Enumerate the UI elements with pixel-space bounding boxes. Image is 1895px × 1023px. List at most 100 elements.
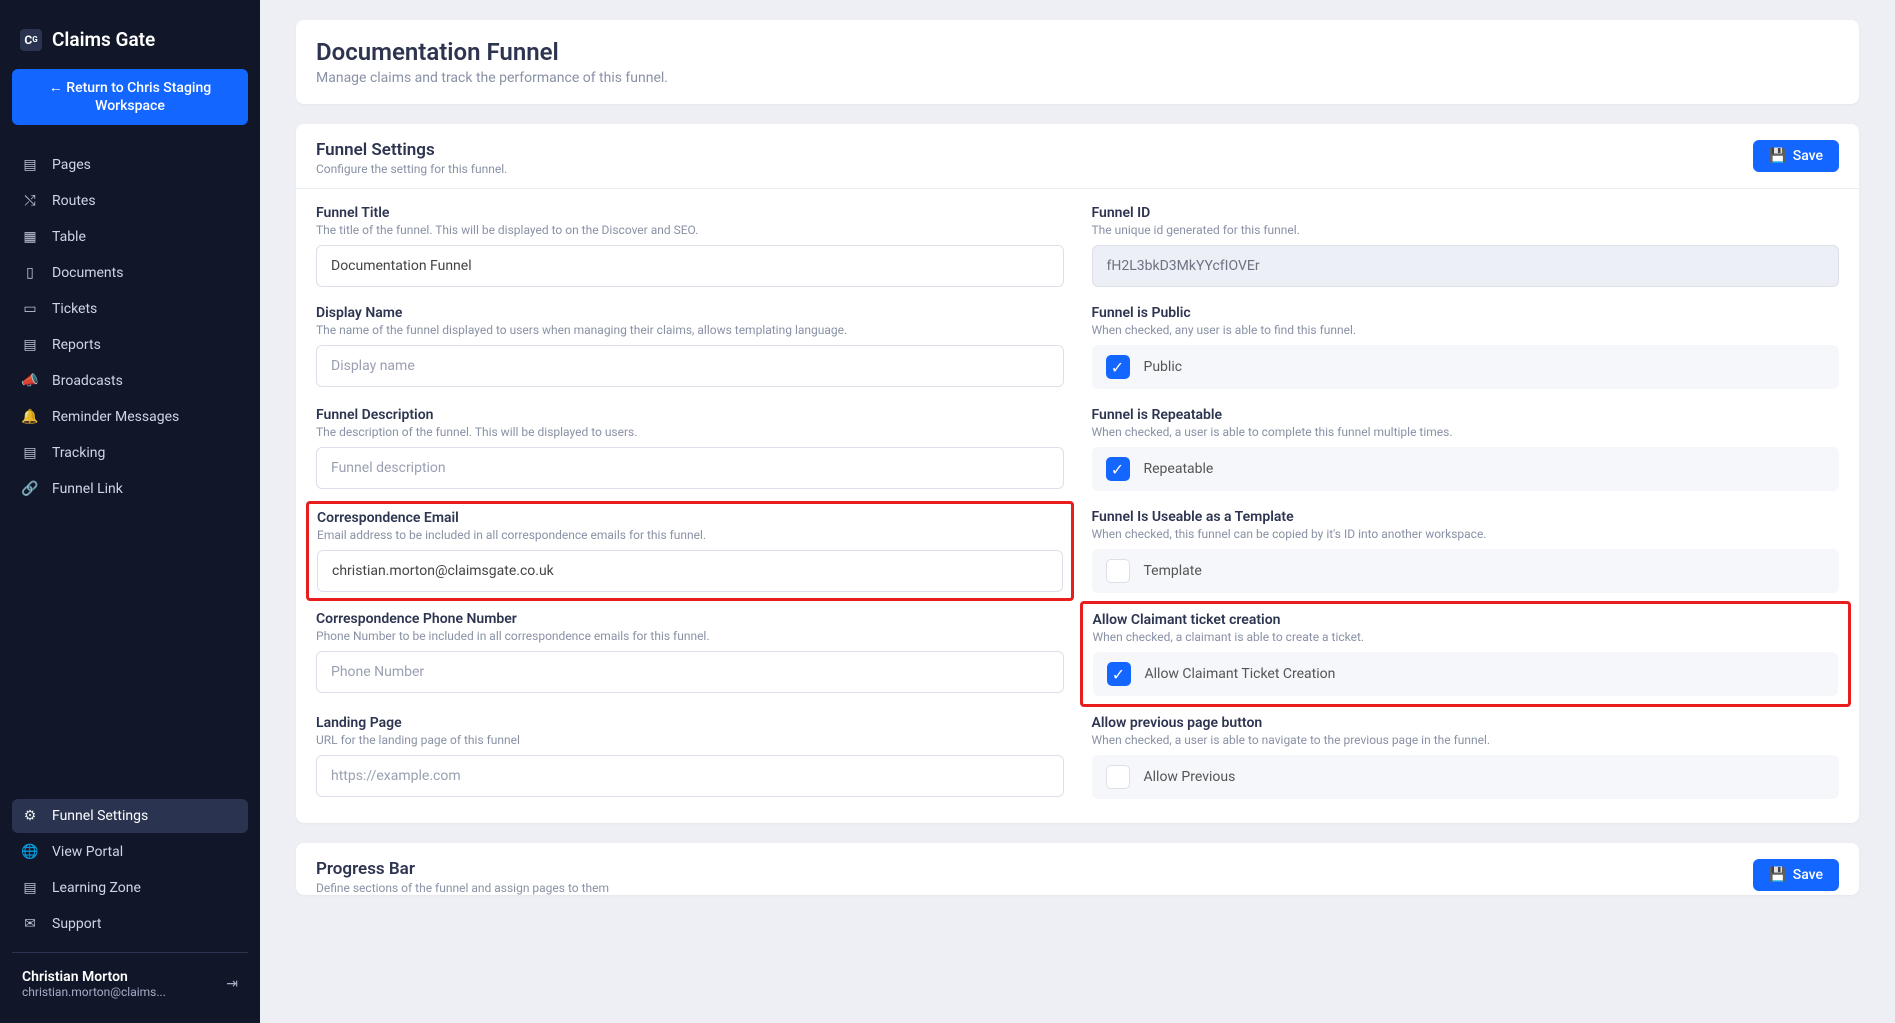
ticket-desc: When checked, a claimant is able to crea… [1093,630,1839,644]
public-row: ✓ Public [1092,345,1840,389]
public-checkbox[interactable]: ✓ [1106,355,1130,379]
return-button[interactable]: ← Return to Chris Staging Workspace [12,69,248,125]
template-label: Funnel Is Useable as a Template [1092,509,1840,525]
page-subtitle: Manage claims and track the performance … [316,70,1839,86]
corr-email-input[interactable] [317,550,1063,592]
previous-check-label: Allow Previous [1144,769,1236,785]
sidebar-item-support[interactable]: ✉ Support [12,907,248,941]
save-icon: 💾 [1769,867,1786,883]
settings-header: Funnel Settings Configure the setting fo… [296,124,1859,189]
file-icon: ▤ [22,157,38,173]
corr-email-desc: Email address to be included in all corr… [317,528,1063,542]
previous-desc: When checked, a user is able to navigate… [1092,733,1840,747]
page-title: Documentation Funnel [316,38,1839,66]
sidebar-item-reports[interactable]: ▤ Reports [12,328,248,362]
funnel-desc-label: Funnel Description [316,407,1064,423]
link-icon: 🔗 [22,481,38,497]
user-block: Christian Morton christian.morton@claims… [12,963,248,1005]
display-name-desc: The name of the funnel displayed to user… [316,323,1064,337]
save-label: Save [1793,867,1823,883]
sidebar-item-broadcasts[interactable]: 📣 Broadcasts [12,364,248,398]
landing-input[interactable] [316,755,1064,797]
sidebar-item-pages[interactable]: ▤ Pages [12,148,248,182]
bell-icon: 🔔 [22,409,38,425]
main-content: Documentation Funnel Manage claims and t… [260,0,1895,1023]
progress-save-button[interactable]: 💾 Save [1753,859,1839,891]
sidebar-item-routes[interactable]: ⤭ Routes [12,184,248,218]
public-desc: When checked, any user is able to find t… [1092,323,1840,337]
sidebar-item-view-portal[interactable]: 🌐 View Portal [12,835,248,869]
progress-title: Progress Bar [316,859,609,879]
sidebar-item-label: Pages [52,157,91,173]
sidebar-item-label: View Portal [52,844,123,860]
sidebar-item-funnel-link[interactable]: 🔗Funnel Link [12,472,248,506]
previous-checkbox[interactable] [1106,765,1130,789]
megaphone-icon: 📣 [22,373,38,389]
public-check-label: Public [1144,359,1183,375]
repeatable-desc: When checked, a user is able to complete… [1092,425,1840,439]
settings-subtitle: Configure the setting for this funnel. [316,162,507,176]
ticket-label: Allow Claimant ticket creation [1093,612,1839,628]
sidebar-item-label: Funnel Settings [52,808,148,824]
brand-text: Claims Gate [52,28,155,51]
display-name-label: Display Name [316,305,1064,321]
sidebar-item-label: Routes [52,193,96,209]
globe-icon: 🌐 [22,844,38,860]
template-checkbox[interactable] [1106,559,1130,583]
logout-icon[interactable]: ⇥ [226,976,238,992]
table-icon: ▦ [22,229,38,245]
book-icon: ▤ [22,880,38,896]
sidebar-item-documents[interactable]: ▯ Documents [12,256,248,290]
sidebar-item-reminder[interactable]: 🔔 Reminder Messages [12,400,248,434]
funnel-desc-desc: The description of the funnel. This will… [316,425,1064,439]
sidebar-item-label: Tracking [52,445,105,461]
hero-card: Documentation Funnel Manage claims and t… [296,20,1859,104]
repeatable-row: ✓ Repeatable [1092,447,1840,491]
ticket-row: ✓ Allow Claimant Ticket Creation [1093,652,1839,696]
sidebar-item-table[interactable]: ▦Table [12,220,248,254]
user-name: Christian Morton [22,969,166,985]
save-button[interactable]: 💾 Save [1753,140,1839,172]
previous-label: Allow previous page button [1092,715,1840,731]
save-label: Save [1793,148,1823,164]
sidebar-item-label: Tickets [52,301,97,317]
shuffle-icon: ⤭ [22,193,38,209]
envelope-icon: ✉ [22,916,38,932]
list-icon: ▤ [22,445,38,461]
funnel-id-desc: The unique id generated for this funnel. [1092,223,1840,237]
repeatable-checkbox[interactable]: ✓ [1106,457,1130,481]
sidebar-item-learning-zone[interactable]: ▤ Learning Zone [12,871,248,905]
repeatable-label: Funnel is Repeatable [1092,407,1840,423]
corr-phone-input[interactable] [316,651,1064,693]
sidebar-item-label: Broadcasts [52,373,123,389]
funnel-desc-input[interactable] [316,447,1064,489]
report-icon: ▤ [22,337,38,353]
sidebar-item-funnel-settings[interactable]: ⚙Funnel Settings [12,799,248,833]
ticket-checkbox[interactable]: ✓ [1107,662,1131,686]
sidebar-item-label: Documents [52,265,123,281]
sidebar-item-label: Learning Zone [52,880,141,896]
ticket-icon: ▭ [22,301,38,317]
template-row: Template [1092,549,1840,593]
funnel-settings-card: Funnel Settings Configure the setting fo… [296,124,1859,823]
template-desc: When checked, this funnel can be copied … [1092,527,1840,541]
sidebar-item-label: Support [52,916,101,932]
ticket-check-label: Allow Claimant Ticket Creation [1145,666,1336,682]
funnel-title-input[interactable] [316,245,1064,287]
sidebar-item-label: Reports [52,337,101,353]
previous-row: Allow Previous [1092,755,1840,799]
settings-title: Funnel Settings [316,140,507,160]
document-icon: ▯ [22,265,38,281]
display-name-input[interactable] [316,345,1064,387]
sidebar-item-tickets[interactable]: ▭ Tickets [12,292,248,326]
funnel-title-desc: The title of the funnel. This will be di… [316,223,1064,237]
brand-logo: CG Claims Gate [12,18,248,69]
save-icon: 💾 [1769,148,1786,164]
template-check-label: Template [1144,563,1202,579]
user-email: christian.morton@claims... [22,985,166,999]
sidebar-item-label: Reminder Messages [52,409,179,425]
landing-desc: URL for the landing page of this funnel [316,733,1064,747]
public-label: Funnel is Public [1092,305,1840,321]
progress-subtitle: Define sections of the funnel and assign… [316,881,609,895]
sidebar-item-tracking[interactable]: ▤ Tracking [12,436,248,470]
